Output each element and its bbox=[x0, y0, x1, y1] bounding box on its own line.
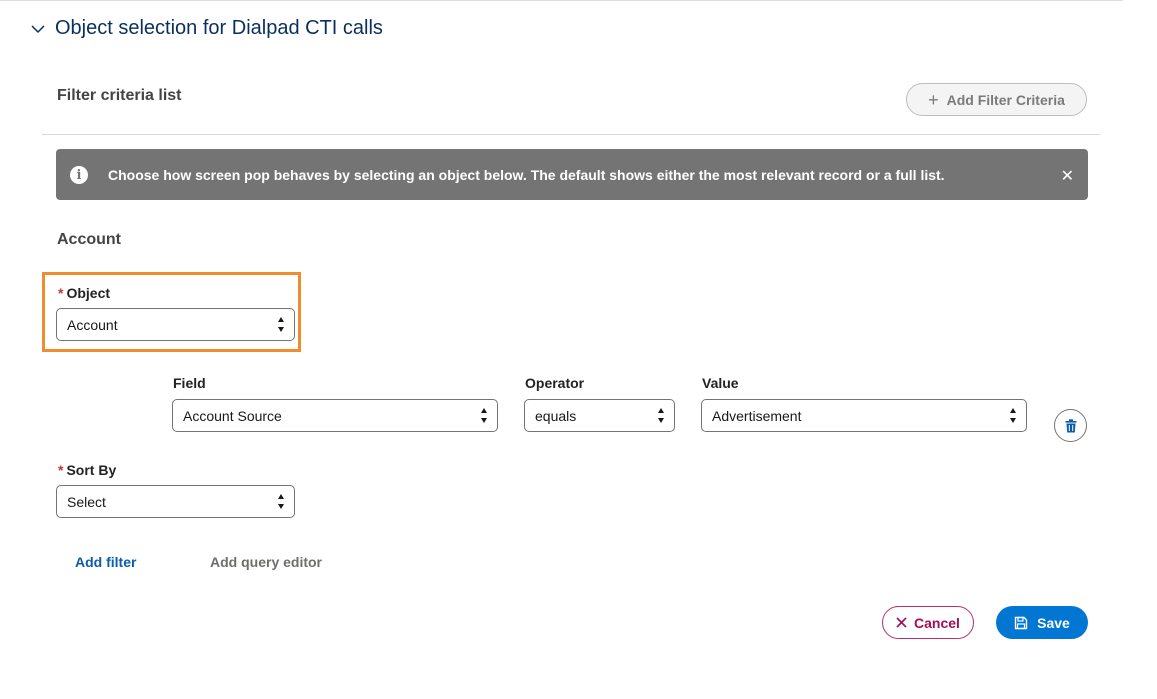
object-select-value: Account bbox=[67, 316, 118, 333]
add-query-editor-link[interactable]: Add query editor bbox=[210, 554, 322, 570]
plus-icon: + bbox=[928, 89, 939, 110]
save-icon bbox=[1014, 616, 1028, 629]
operator-select-value: equals bbox=[535, 407, 577, 424]
select-arrows-icon bbox=[277, 317, 284, 332]
sort-by-select-value: Select bbox=[67, 493, 106, 510]
criteria-heading: Account bbox=[57, 231, 121, 248]
save-button[interactable]: Save bbox=[996, 606, 1088, 639]
banner-message: Choose how screen pop behaves by selecti… bbox=[108, 167, 945, 183]
value-select[interactable]: Advertisement bbox=[701, 399, 1027, 432]
cancel-button[interactable]: Cancel bbox=[882, 606, 974, 639]
select-arrows-icon bbox=[1009, 408, 1016, 423]
object-label: * Object bbox=[58, 285, 111, 301]
top-divider bbox=[0, 0, 1123, 1]
trash-icon bbox=[1065, 418, 1076, 432]
header-divider bbox=[42, 134, 1100, 135]
info-banner: i Choose how screen pop behaves by selec… bbox=[56, 149, 1088, 200]
select-arrows-icon bbox=[657, 408, 664, 423]
required-asterisk: * bbox=[58, 462, 64, 478]
value-select-value: Advertisement bbox=[712, 407, 802, 424]
save-label: Save bbox=[1037, 614, 1070, 631]
add-filter-link[interactable]: Add filter bbox=[75, 554, 136, 570]
required-asterisk: * bbox=[58, 285, 64, 301]
value-label: Value bbox=[702, 375, 739, 391]
section-header[interactable]: Object selection for Dialpad CTI calls bbox=[30, 17, 383, 40]
add-filter-criteria-label: Add Filter Criteria bbox=[946, 91, 1065, 108]
field-select[interactable]: Account Source bbox=[172, 399, 498, 432]
close-icon bbox=[896, 617, 907, 628]
info-icon: i bbox=[70, 166, 88, 184]
operator-label: Operator bbox=[525, 375, 585, 391]
delete-condition-button[interactable] bbox=[1054, 409, 1087, 442]
field-select-value: Account Source bbox=[183, 407, 282, 424]
chevron-down-icon[interactable] bbox=[30, 21, 46, 37]
close-icon[interactable]: ✕ bbox=[1061, 166, 1074, 186]
operator-select[interactable]: equals bbox=[524, 399, 675, 432]
section-title: Object selection for Dialpad CTI calls bbox=[55, 17, 383, 39]
filter-criteria-title: Filter criteria list bbox=[57, 87, 182, 104]
select-arrows-icon bbox=[277, 494, 284, 509]
field-label: Field bbox=[173, 375, 206, 391]
object-select[interactable]: Account bbox=[56, 308, 295, 341]
sort-by-select[interactable]: Select bbox=[56, 485, 295, 518]
sort-by-label: * Sort By bbox=[58, 462, 117, 478]
add-filter-criteria-button[interactable]: + Add Filter Criteria bbox=[906, 83, 1087, 116]
cancel-label: Cancel bbox=[914, 614, 960, 631]
select-arrows-icon bbox=[480, 408, 487, 423]
